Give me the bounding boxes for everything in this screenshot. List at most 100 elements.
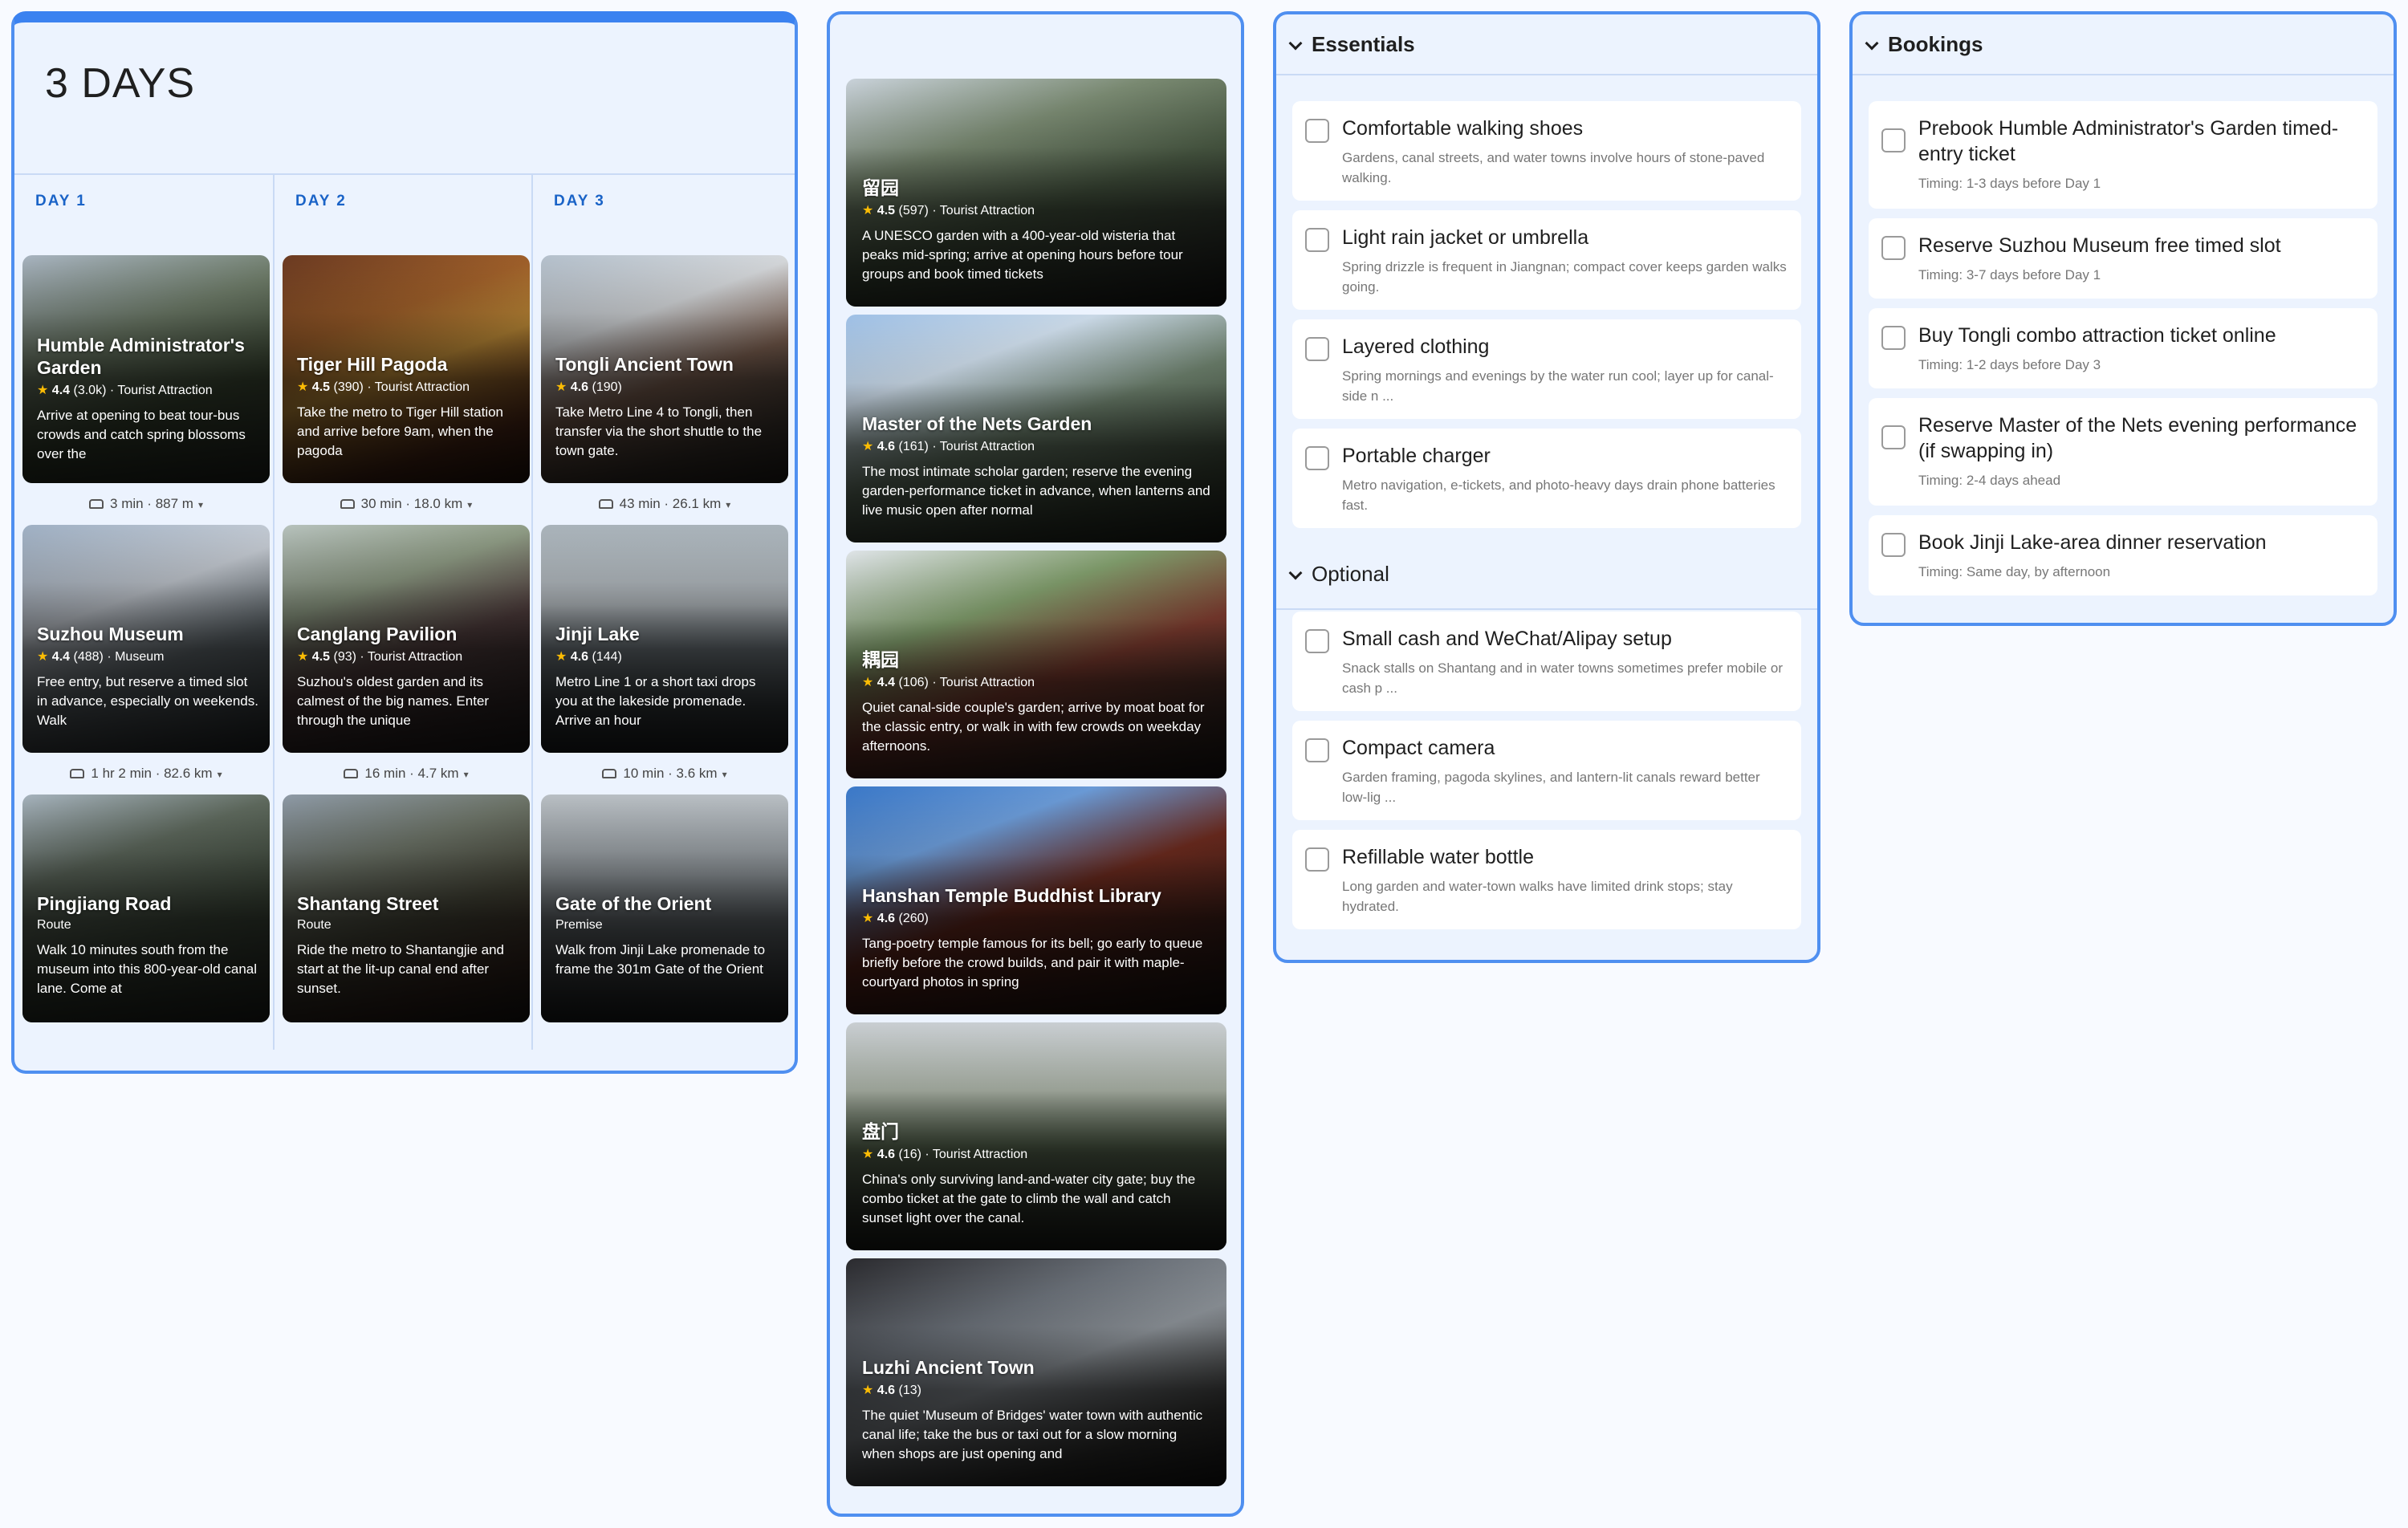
item-timing: Timing: 2-4 days ahead xyxy=(1918,473,2061,488)
star-icon: ★ xyxy=(37,384,49,397)
item-timing: Timing: Same day, by afternoon xyxy=(1918,564,2111,579)
checklist-item[interactable]: Small cash and WeChat/Alipay setup Snack… xyxy=(1292,612,1801,711)
car-icon xyxy=(340,499,355,509)
car-icon xyxy=(70,769,85,778)
checklist-item[interactable]: Layered clothing Spring mornings and eve… xyxy=(1292,319,1801,419)
checkbox-icon[interactable] xyxy=(1881,128,1906,152)
item-title: Layered clothing xyxy=(1342,335,1490,358)
stop-description: Take the metro to Tiger Hill station and… xyxy=(297,404,504,458)
item-title: Book Jinji Lake-area dinner reservation xyxy=(1918,531,2267,554)
item-title: Portable charger xyxy=(1342,445,1491,467)
item-title: Light rain jacket or umbrella xyxy=(1342,226,1589,249)
stop-card-jinji-lake[interactable]: Jinji Lake ★ 4.6 (144) Metro Line 1 or a… xyxy=(541,525,788,753)
place-card-master-of-the-nets-garden[interactable]: Master of the Nets Garden ★ 4.6 (161) · … xyxy=(846,315,1226,543)
booking-item[interactable]: Reserve Suzhou Museum free timed slot Ti… xyxy=(1869,218,2377,299)
section-title: Essentials xyxy=(1312,32,1415,56)
stop-card-canglang-pavilion[interactable]: Canglang Pavilion ★ 4.5 (93) · Tourist A… xyxy=(283,525,530,753)
optional-section-header[interactable]: Optional xyxy=(1276,544,1817,610)
item-note: Spring mornings and evenings by the wate… xyxy=(1342,368,1774,404)
stop-card-gate-of-the-orient[interactable]: Gate of the Orient Premise Walk from Jin… xyxy=(541,794,788,1022)
checklist-item[interactable]: Compact camera Garden framing, pagoda sk… xyxy=(1292,721,1801,820)
place-card-liu-yuan[interactable]: 留园 ★ 4.5 (597) · Tourist Attraction A UN… xyxy=(846,79,1226,307)
stop-description: Walk 10 minutes south from the museum in… xyxy=(37,942,258,996)
stop-meta: Route xyxy=(297,918,332,932)
stop-name: Gate of the Orient xyxy=(555,893,712,914)
star-icon: ★ xyxy=(862,1148,874,1161)
place-card-hanshan-temple-buddhist-library[interactable]: Hanshan Temple Buddhist Library ★ 4.6 (2… xyxy=(846,786,1226,1014)
star-icon: ★ xyxy=(297,380,309,394)
item-note: Spring drizzle is frequent in Jiangnan; … xyxy=(1342,259,1787,295)
car-icon xyxy=(598,499,613,509)
place-description: China's only surviving land-and-water ci… xyxy=(862,1172,1196,1225)
item-title: Prebook Humble Administrator's Garden ti… xyxy=(1918,117,2339,165)
travel-segment[interactable]: 30 min · 18.0 km ▾ xyxy=(283,488,530,520)
bookings-section-header[interactable]: Bookings xyxy=(1853,14,2394,75)
checkbox-icon[interactable] xyxy=(1305,446,1329,470)
packing-panel: Essentials Comfortable walking shoes Gar… xyxy=(1273,11,1820,963)
checkbox-icon[interactable] xyxy=(1881,533,1906,557)
checkbox-icon[interactable] xyxy=(1305,738,1329,762)
checkbox-icon[interactable] xyxy=(1305,629,1329,653)
checklist-item[interactable]: Portable charger Metro navigation, e-tic… xyxy=(1292,429,1801,528)
car-icon xyxy=(89,499,104,509)
section-title: Bookings xyxy=(1888,32,1983,56)
item-title: Reserve Master of the Nets evening perfo… xyxy=(1918,414,2357,462)
stop-card-tongli-ancient-town[interactable]: Tongli Ancient Town ★ 4.6 (190) Take Met… xyxy=(541,255,788,483)
booking-item[interactable]: Prebook Humble Administrator's Garden ti… xyxy=(1869,101,2377,209)
travel-segment[interactable]: 3 min · 887 m ▾ xyxy=(22,488,270,520)
trip-length-title: 3 DAYS xyxy=(45,60,196,107)
place-card-pan-men[interactable]: 盘门 ★ 4.6 (16) · Tourist Attraction China… xyxy=(846,1022,1226,1250)
place-card-luzhi-ancient-town[interactable]: Luzhi Ancient Town ★ 4.6 (13) The quiet … xyxy=(846,1258,1226,1486)
stop-name: Tiger Hill Pagoda xyxy=(297,354,448,375)
bookings-panel: Bookings Prebook Humble Administrator's … xyxy=(1849,11,2397,626)
checkbox-icon[interactable] xyxy=(1881,425,1906,449)
booking-item[interactable]: Buy Tongli combo attraction ticket onlin… xyxy=(1869,308,2377,388)
car-icon xyxy=(344,769,359,778)
stop-description: Take Metro Line 4 to Tongli, then transf… xyxy=(555,404,763,458)
item-title: Comfortable walking shoes xyxy=(1342,117,1584,140)
item-title: Reserve Suzhou Museum free timed slot xyxy=(1918,234,2281,257)
chevron-down-icon: ▾ xyxy=(217,769,222,780)
stop-card-suzhou-museum[interactable]: Suzhou Museum ★ 4.4 (488) · Museum Free … xyxy=(22,525,270,753)
item-note: Gardens, canal streets, and water towns … xyxy=(1342,150,1765,185)
item-note: Metro navigation, e-tickets, and photo-h… xyxy=(1342,478,1775,513)
booking-item[interactable]: Reserve Master of the Nets evening perfo… xyxy=(1869,398,2377,506)
item-timing: Timing: 3-7 days before Day 1 xyxy=(1918,267,2101,282)
booking-item[interactable]: Book Jinji Lake-area dinner reservation … xyxy=(1869,515,2377,595)
stop-name: Tongli Ancient Town xyxy=(555,354,734,375)
item-title: Buy Tongli combo attraction ticket onlin… xyxy=(1918,324,2276,347)
checkbox-icon[interactable] xyxy=(1305,119,1329,143)
checkbox-icon[interactable] xyxy=(1305,337,1329,361)
star-icon: ★ xyxy=(862,204,874,217)
day-label: DAY 1 xyxy=(35,193,87,209)
checkbox-icon[interactable] xyxy=(1881,326,1906,350)
stop-name: Canglang Pavilion xyxy=(297,624,458,644)
stop-card-tiger-hill-pagoda[interactable]: Tiger Hill Pagoda ★ 4.5 (390) · Tourist … xyxy=(283,255,530,483)
star-icon: ★ xyxy=(862,676,874,689)
checklist-item[interactable]: Light rain jacket or umbrella Spring dri… xyxy=(1292,210,1801,310)
stop-meta: ★ 4.5 (93) · Tourist Attraction xyxy=(297,650,463,664)
checklist-item[interactable]: Comfortable walking shoes Gardens, canal… xyxy=(1292,101,1801,201)
stop-meta: ★ 4.4 (3.0k) · Tourist Attraction xyxy=(37,384,213,397)
day-column-2: DAY 2 Tiger Hill Pagoda ★ 4.5 (390) · To… xyxy=(273,175,531,1050)
stop-card-shantang-street[interactable]: Shantang Street Route Ride the metro to … xyxy=(283,794,530,1022)
travel-segment[interactable]: 43 min · 26.1 km ▾ xyxy=(541,488,788,520)
item-title: Compact camera xyxy=(1342,737,1495,759)
stop-card-pingjiang-road[interactable]: Pingjiang Road Route Walk 10 minutes sou… xyxy=(22,794,270,1022)
checkbox-icon[interactable] xyxy=(1881,236,1906,260)
checklist-item[interactable]: Refillable water bottle Long garden and … xyxy=(1292,830,1801,929)
place-card-ou-yuan[interactable]: 耦园 ★ 4.4 (106) · Tourist Attraction Quie… xyxy=(846,551,1226,778)
place-meta: ★ 4.4 (106) · Tourist Attraction xyxy=(862,676,1035,689)
essentials-section-header[interactable]: Essentials xyxy=(1276,14,1817,75)
stop-description: Metro Line 1 or a short taxi drops you a… xyxy=(555,674,756,728)
stop-description: Suzhou's oldest garden and its calmest o… xyxy=(297,674,490,728)
place-description: The most intimate scholar garden; reserv… xyxy=(862,464,1210,518)
travel-segment[interactable]: 10 min · 3.6 km ▾ xyxy=(541,758,788,790)
stop-meta: Premise xyxy=(555,918,603,932)
checkbox-icon[interactable] xyxy=(1305,847,1329,872)
travel-segment[interactable]: 1 hr 2 min · 82.6 km ▾ xyxy=(22,758,270,790)
stop-card-humble-administrators-garden[interactable]: Humble Administrator's Garden ★ 4.4 (3.0… xyxy=(22,255,270,483)
day-column-3: DAY 3 Tongli Ancient Town ★ 4.6 (190) Ta… xyxy=(531,175,790,1050)
checkbox-icon[interactable] xyxy=(1305,228,1329,252)
travel-segment[interactable]: 16 min · 4.7 km ▾ xyxy=(283,758,530,790)
